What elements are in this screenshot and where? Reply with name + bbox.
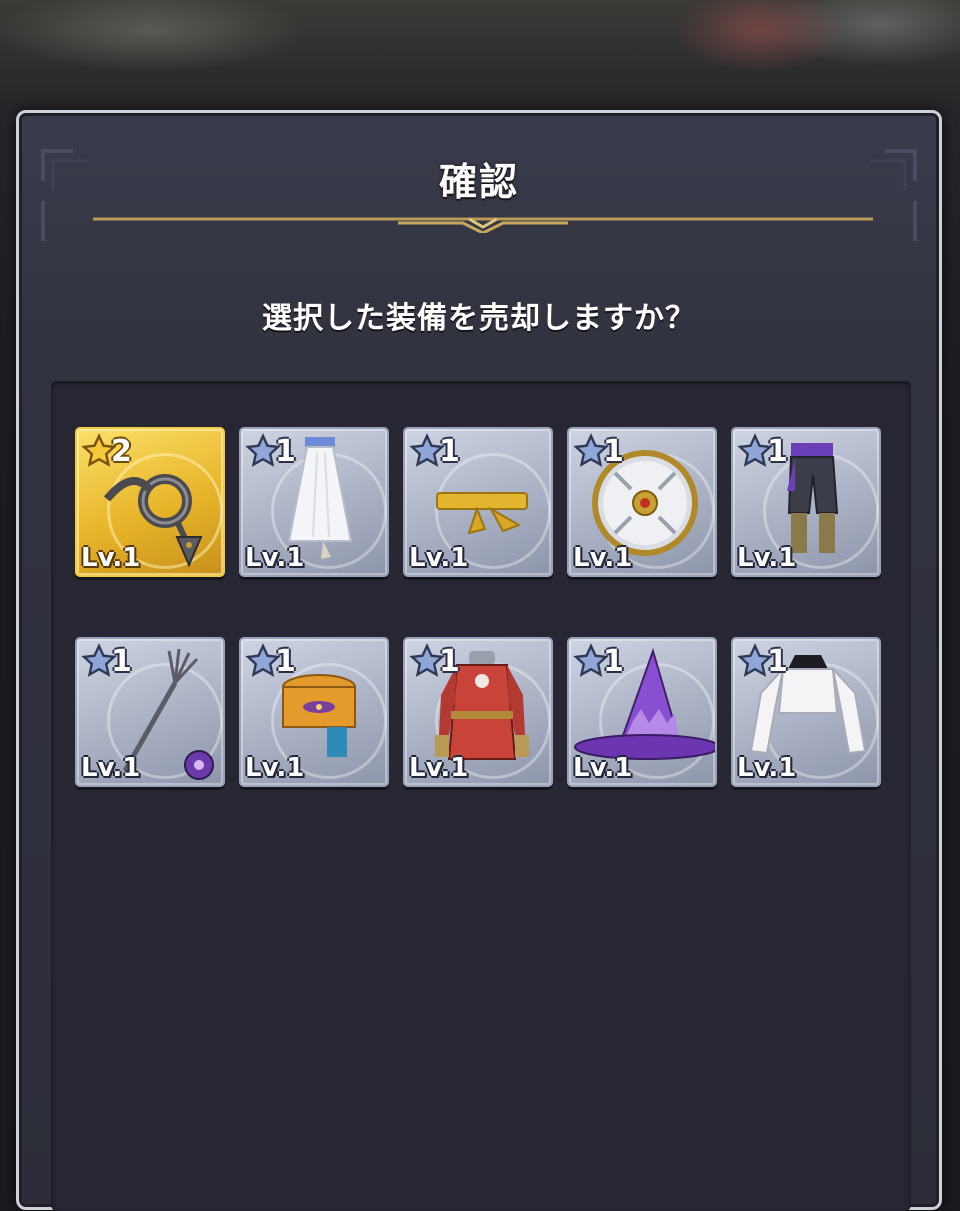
equipment-item[interactable]: 1 Lv.1 xyxy=(567,427,717,577)
equipment-item[interactable]: 1 Lv.1 xyxy=(239,427,389,577)
item-level: Lv.1 xyxy=(245,543,305,573)
rarity-badge: 1 xyxy=(737,431,788,471)
equipment-item[interactable]: 1 Lv.1 xyxy=(731,427,881,577)
equipment-item[interactable]: 1 Lv.1 xyxy=(567,637,717,787)
confirm-dialog: 確認 選択した装備を売却しますか？ 2 Lv.1 1 Lv.1 1 Lv.1 1… xyxy=(16,110,942,1211)
title-divider xyxy=(93,217,873,233)
item-level: Lv.1 xyxy=(81,753,141,783)
equipment-grid: 2 Lv.1 1 Lv.1 1 Lv.1 1 Lv.1 1 Lv.1 1 Lv.… xyxy=(51,381,911,1211)
rarity-badge: 2 xyxy=(81,431,132,471)
item-level: Lv.1 xyxy=(81,543,141,573)
item-level: Lv.1 xyxy=(737,753,797,783)
equipment-item[interactable]: 1 Lv.1 xyxy=(403,427,553,577)
rarity-badge: 1 xyxy=(409,641,460,681)
rarity-badge: 1 xyxy=(737,641,788,681)
item-level: Lv.1 xyxy=(573,753,633,783)
equipment-item[interactable]: 1 Lv.1 xyxy=(75,637,225,787)
dialog-message: 選択した装備を売却しますか？ xyxy=(262,301,696,336)
item-level: Lv.1 xyxy=(409,543,469,573)
dialog-title: 確認 xyxy=(438,160,519,204)
item-level: Lv.1 xyxy=(409,753,469,783)
item-level: Lv.1 xyxy=(573,543,633,573)
equipment-item[interactable]: 1 Lv.1 xyxy=(239,637,389,787)
rarity-badge: 1 xyxy=(573,431,624,471)
rarity-badge: 1 xyxy=(245,431,296,471)
rarity-badge: 1 xyxy=(573,641,624,681)
item-level: Lv.1 xyxy=(737,543,797,573)
rarity-badge: 1 xyxy=(409,431,460,471)
equipment-item[interactable]: 1 Lv.1 xyxy=(403,637,553,787)
equipment-item[interactable]: 1 Lv.1 xyxy=(731,637,881,787)
item-level: Lv.1 xyxy=(245,753,305,783)
rarity-badge: 1 xyxy=(245,641,296,681)
equipment-item[interactable]: 2 Lv.1 xyxy=(75,427,225,577)
rarity-badge: 1 xyxy=(81,641,132,681)
